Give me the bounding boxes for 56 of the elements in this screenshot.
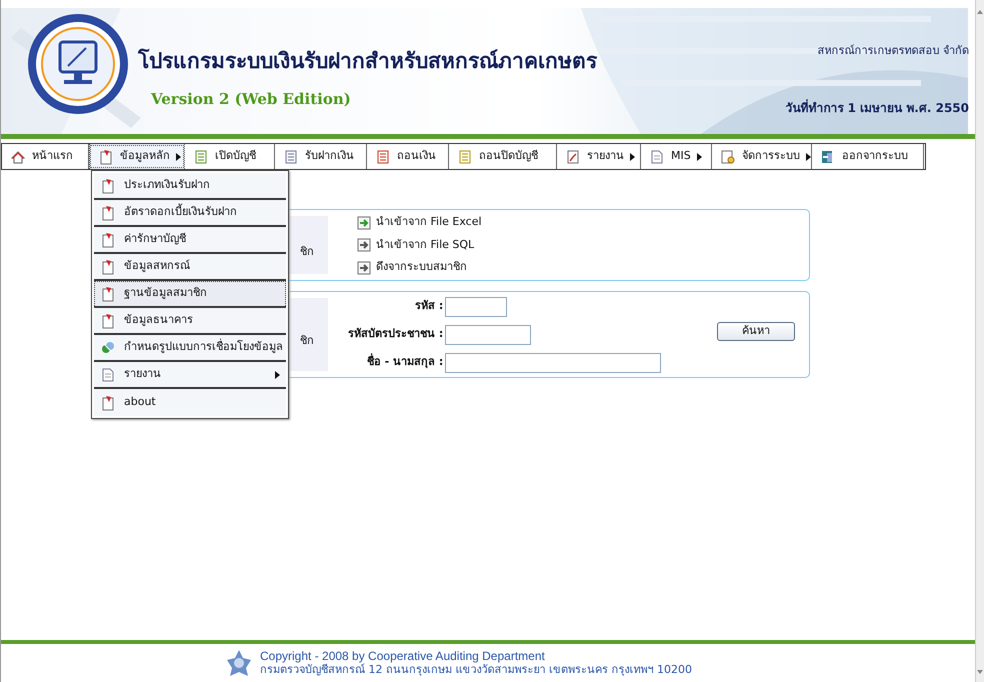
page-icon bbox=[649, 148, 665, 164]
list-icon bbox=[457, 148, 473, 164]
document-icon bbox=[100, 232, 116, 248]
document-icon bbox=[98, 148, 114, 164]
input-field[interactable] bbox=[445, 352, 662, 372]
chart-icon bbox=[565, 148, 581, 164]
input-field[interactable] bbox=[445, 324, 532, 344]
document-icon bbox=[100, 178, 116, 194]
emblem-icon bbox=[224, 648, 254, 678]
menu-item[interactable]: เปิดบัญชี bbox=[185, 144, 275, 169]
scrollbar[interactable] bbox=[975, 0, 984, 682]
dropdown-item[interactable]: รายงาน bbox=[94, 362, 286, 389]
scroll-down-icon[interactable] bbox=[976, 668, 984, 676]
cooperative-name: สหกรณ์การเกษตรทดสอบ จำกัด bbox=[818, 43, 969, 59]
document-icon bbox=[100, 258, 116, 274]
input-field[interactable] bbox=[445, 296, 508, 316]
work-date: วันที่ทำการ 1 เมษายน พ.ศ. 2550 bbox=[785, 99, 969, 117]
dropdown-item[interactable]: ข้อมูลธนาคาร bbox=[94, 308, 286, 335]
address-text: กรมตรวจบัญชีสหกรณ์ 12 ถนนกรุงเกษม แขวงวัดสามพระยา เขตพระนคร กรุงเทพฯ 10200 bbox=[260, 663, 692, 677]
import-link[interactable]: ดึงจากระบบสมาชิก bbox=[376, 259, 467, 276]
dropdown-item[interactable]: ประเภทเงินรับฝาก bbox=[94, 173, 286, 200]
menu-item[interactable]: จัดการระบบ bbox=[712, 144, 812, 169]
list-icon bbox=[283, 148, 299, 164]
document-icon bbox=[100, 204, 116, 220]
menu-item[interactable]: MIS bbox=[641, 144, 712, 169]
scroll-up-icon[interactable] bbox=[976, 8, 984, 16]
menu-item[interactable]: รายงาน bbox=[557, 144, 641, 169]
sync-icon bbox=[100, 340, 116, 356]
field-label: ชื่อ - นามสกุล : bbox=[366, 354, 444, 370]
menu-item[interactable]: รับฝากเงิน bbox=[275, 144, 367, 169]
field-label: รหัส : bbox=[414, 298, 444, 314]
dropdown-item[interactable]: ฐานข้อมูลสมาชิก bbox=[94, 281, 286, 308]
dropdown-item[interactable]: ค่ารักษาบัญชี bbox=[94, 227, 286, 254]
list-icon bbox=[193, 148, 209, 164]
dropdown-item[interactable]: about bbox=[94, 389, 286, 416]
dropdown-item[interactable]: ข้อมูลสหกรณ์ bbox=[94, 254, 286, 281]
document-icon bbox=[100, 286, 116, 302]
menu-item[interactable]: ออกจากระบบ bbox=[812, 144, 924, 169]
version-label: Version 2 (Web Edition) bbox=[151, 89, 351, 110]
import-link[interactable]: นำเข้าจาก File SQL bbox=[376, 236, 474, 254]
page-icon bbox=[100, 366, 116, 382]
gear-icon bbox=[720, 148, 736, 164]
house-icon bbox=[10, 148, 26, 164]
app-title: โปรแกรมระบบเงินรับฝากสำหรับสหกรณ์ภาคเกษตร bbox=[138, 48, 597, 75]
copyright-text: Copyright - 2008 by Cooperative Auditing Department bbox=[260, 649, 546, 663]
field-label: รหัสบัตรประชาชน : bbox=[348, 326, 444, 342]
menu-item[interactable]: ถอนเงิน bbox=[367, 144, 449, 169]
dropdown-item[interactable]: อัตราดอกเบี้ยเงินรับฝาก bbox=[94, 200, 286, 227]
list-icon bbox=[375, 148, 391, 164]
document-icon bbox=[100, 312, 116, 328]
document-icon bbox=[100, 394, 116, 410]
search-button[interactable]: ค้นหา bbox=[717, 322, 795, 341]
menu-item[interactable]: ข้อมูลหลัก bbox=[89, 144, 185, 169]
menu-item[interactable]: ถอนปิดบัญชี bbox=[449, 144, 557, 169]
dropdown-item[interactable]: กำหนดรูปแบบการเชื่อมโยงข้อมูล bbox=[94, 335, 286, 362]
import-link[interactable]: นำเข้าจาก File Excel bbox=[376, 214, 482, 231]
